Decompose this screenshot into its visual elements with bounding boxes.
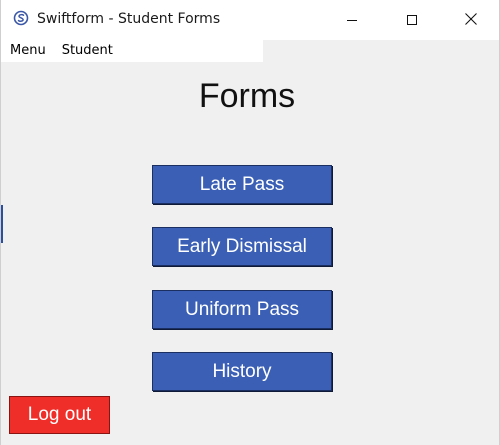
maximize-button[interactable] [389, 0, 435, 40]
menu-item-student[interactable]: Student [54, 40, 121, 62]
minimize-button[interactable] [329, 0, 375, 40]
close-button[interactable] [448, 0, 494, 40]
logout-button[interactable]: Log out [9, 396, 110, 434]
uniform-pass-button[interactable]: Uniform Pass [152, 290, 332, 329]
early-dismissal-button[interactable]: Early Dismissal [152, 227, 332, 266]
page-title: Forms [198, 77, 296, 115]
history-button[interactable]: History [152, 352, 332, 391]
title-bar[interactable]: Swiftform - Student Forms [1, 0, 499, 40]
menu-item-menu[interactable]: Menu [1, 40, 54, 62]
maximize-icon [406, 11, 418, 30]
close-icon [464, 11, 478, 30]
swiftform-logo-icon [13, 10, 29, 26]
background-window-edge [1, 205, 3, 243]
window-title: Swiftform - Student Forms [37, 11, 221, 27]
late-pass-button[interactable]: Late Pass [152, 165, 332, 204]
menu-bar: Menu Student [1, 40, 263, 62]
app-window: Swiftform - Student Forms Menu Student F… [0, 0, 500, 445]
minimize-icon [346, 11, 358, 30]
